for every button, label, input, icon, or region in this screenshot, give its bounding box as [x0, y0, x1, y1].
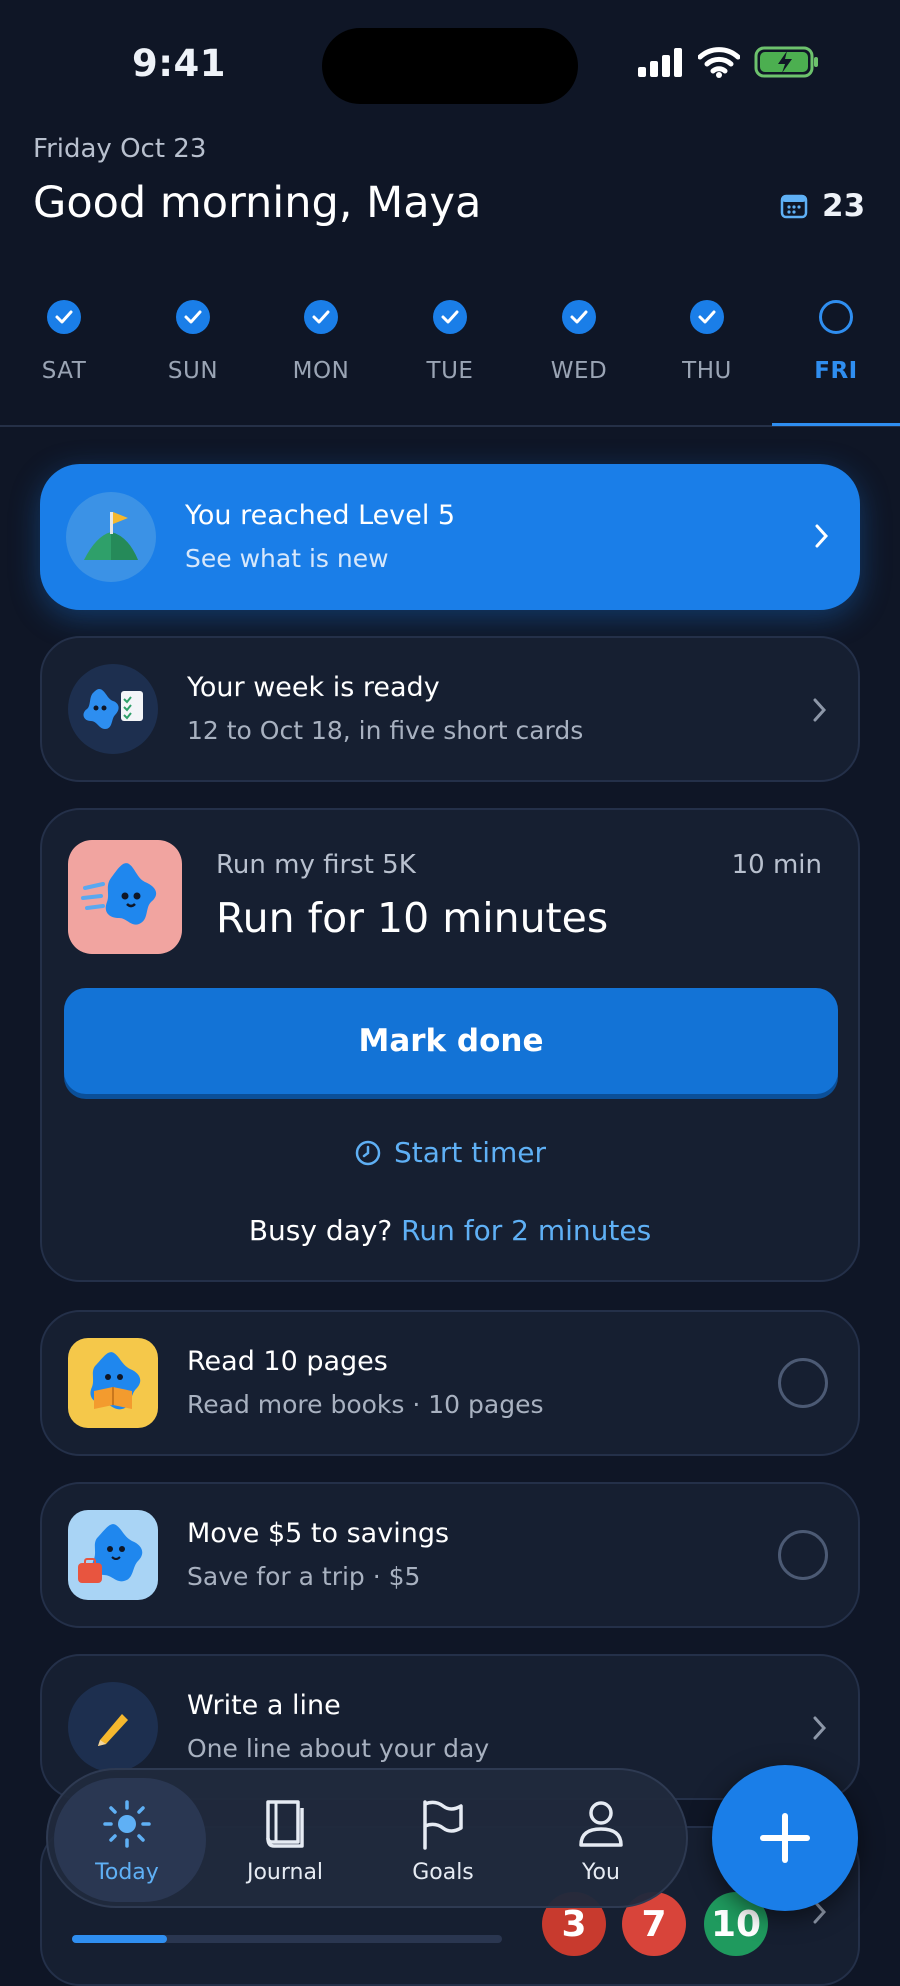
day-sat[interactable]: SAT	[14, 300, 114, 384]
running-mascot-icon	[68, 840, 182, 954]
check-icon	[304, 300, 338, 334]
pencil-icon	[68, 1682, 158, 1772]
day-mon[interactable]: MON	[271, 300, 371, 384]
level-title: You reached Level 5	[185, 500, 456, 531]
date-label: Friday Oct 23	[33, 134, 207, 164]
day-label: MON	[292, 358, 350, 384]
busy-day-prefix: Busy day?	[248, 1214, 393, 1247]
chevron-right-icon	[813, 1716, 827, 1740]
run-duration: 10 min	[731, 850, 822, 880]
start-timer-button[interactable]: Start timer	[42, 1136, 858, 1169]
day-label: FRI	[814, 358, 858, 384]
read-task-title: Read 10 pages	[187, 1346, 388, 1377]
nav-journal[interactable]: Journal	[206, 1770, 364, 1906]
check-icon	[47, 300, 81, 334]
run-task-card: Run my first 5K 10 min Run for 10 minute…	[40, 808, 860, 1282]
chevron-right-icon	[813, 698, 827, 722]
read-complete-checkbox[interactable]	[778, 1358, 828, 1408]
run-goal-label: Run my first 5K	[216, 850, 416, 880]
day-wed[interactable]: WED	[529, 300, 629, 384]
day-label: WED	[550, 358, 608, 384]
progress-fill	[72, 1935, 167, 1943]
write-line-subtitle: One line about your day	[187, 1734, 490, 1763]
week-ready-subtitle: 12 to Oct 18, in five short cards	[187, 716, 584, 745]
nav-label: Goals	[412, 1860, 474, 1885]
mountain-flag-icon	[66, 492, 156, 582]
calendar-button[interactable]: 23	[780, 188, 865, 224]
nav-goals[interactable]: Goals	[364, 1770, 522, 1906]
day-label: SUN	[167, 358, 219, 384]
status-time: 9:41	[132, 42, 227, 85]
week-ready-title: Your week is ready	[187, 672, 440, 703]
day-tue[interactable]: TUE	[400, 300, 500, 384]
battery-icon	[754, 46, 818, 78]
week-strip: SAT SUN MON TUE WED THU FRI	[0, 300, 900, 426]
week-ready-card[interactable]: Your week is ready 12 to Oct 18, in five…	[40, 636, 860, 782]
check-icon	[176, 300, 210, 334]
busy-day-line: Busy day? Run for 2 minutes	[42, 1214, 858, 1247]
level-card[interactable]: You reached Level 5 See what is new	[40, 464, 860, 610]
book-icon	[206, 1796, 364, 1852]
level-subtitle: See what is new	[185, 544, 389, 573]
savings-mascot-icon	[68, 1510, 158, 1600]
empty-circle-icon	[819, 300, 853, 334]
calendar-day-count: 23	[822, 188, 866, 224]
nav-label: Today	[95, 1860, 159, 1885]
bottom-navigation: Today Journal Goals You	[46, 1768, 688, 1908]
day-thu[interactable]: THU	[657, 300, 757, 384]
run-task-title: Run for 10 minutes	[216, 894, 609, 942]
mark-done-button[interactable]: Mark done	[64, 988, 838, 1094]
day-sun[interactable]: SUN	[143, 300, 243, 384]
write-line-title: Write a line	[187, 1690, 341, 1721]
nav-today[interactable]: Today	[48, 1770, 206, 1906]
short-run-link[interactable]: Run for 2 minutes	[401, 1214, 651, 1247]
plus-icon	[760, 1813, 810, 1863]
dynamic-island	[322, 28, 578, 104]
sun-icon	[48, 1796, 206, 1852]
mascot-checklist-icon	[68, 664, 158, 754]
status-icons	[636, 46, 820, 78]
start-timer-label: Start timer	[393, 1136, 547, 1169]
savings-task-title: Move $5 to savings	[187, 1518, 450, 1549]
check-icon	[690, 300, 724, 334]
chevron-right-icon	[815, 524, 829, 548]
add-button[interactable]	[712, 1765, 858, 1911]
check-icon	[433, 300, 467, 334]
savings-task-card[interactable]: Move $5 to savings Save for a trip · $5	[40, 1482, 860, 1628]
nav-label: Journal	[246, 1860, 324, 1885]
day-label: TUE	[426, 358, 474, 384]
read-task-card[interactable]: Read 10 pages Read more books · 10 pages	[40, 1310, 860, 1456]
savings-complete-checkbox[interactable]	[778, 1530, 828, 1580]
nav-you[interactable]: You	[522, 1770, 680, 1906]
person-icon	[522, 1796, 680, 1852]
day-label: THU	[682, 358, 732, 384]
read-task-subtitle: Read more books · 10 pages	[187, 1390, 544, 1419]
divider	[0, 425, 900, 427]
signal-icon	[638, 48, 682, 77]
clock-icon	[355, 1140, 381, 1165]
wifi-icon	[698, 47, 740, 78]
day-label: SAT	[41, 358, 87, 384]
nav-label: You	[582, 1860, 620, 1885]
calendar-icon	[780, 194, 808, 219]
savings-task-subtitle: Save for a trip · $5	[187, 1562, 421, 1591]
check-icon	[562, 300, 596, 334]
day-fri[interactable]: FRI	[786, 300, 886, 384]
active-day-indicator	[772, 423, 900, 426]
flag-icon	[364, 1796, 522, 1852]
greeting-title: Good morning, Maya	[33, 178, 482, 228]
reading-mascot-icon	[68, 1338, 158, 1428]
